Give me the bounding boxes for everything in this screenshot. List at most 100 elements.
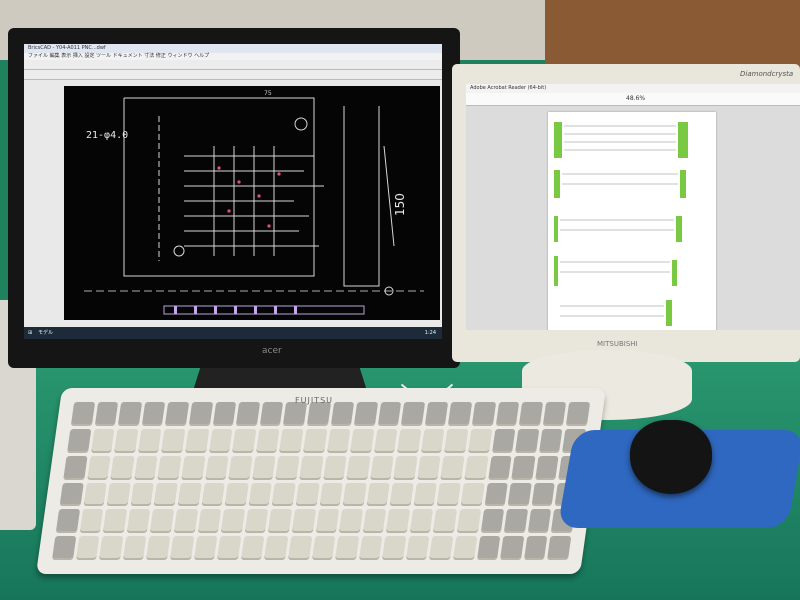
- keyboard-key[interactable]: [377, 402, 402, 426]
- keyboard-key[interactable]: [353, 402, 378, 426]
- keyboard-key[interactable]: [511, 455, 536, 480]
- keyboard-key[interactable]: [94, 402, 119, 426]
- keyboard-key[interactable]: [59, 482, 84, 507]
- keyboard-key[interactable]: [417, 455, 442, 480]
- keyboard-keys[interactable]: [51, 402, 591, 560]
- keyboard-key[interactable]: [350, 428, 375, 453]
- keyboard-key[interactable]: [491, 428, 516, 453]
- keyboard-key[interactable]: [193, 536, 218, 560]
- zoom-level[interactable]: 48.6%: [626, 93, 645, 105]
- keyboard-key[interactable]: [523, 536, 548, 560]
- keyboard-key[interactable]: [527, 509, 552, 534]
- keyboard-key[interactable]: [503, 509, 528, 534]
- keyboard-key[interactable]: [444, 428, 469, 453]
- keyboard-key[interactable]: [141, 402, 166, 426]
- keyboard-key[interactable]: [240, 536, 265, 560]
- keyboard-key[interactable]: [283, 402, 308, 426]
- keyboard-key[interactable]: [70, 402, 95, 426]
- keyboard-key[interactable]: [342, 482, 367, 507]
- keyboard-key[interactable]: [259, 402, 284, 426]
- keyboard[interactable]: [36, 388, 607, 574]
- keyboard-key[interactable]: [452, 536, 477, 560]
- keyboard-key[interactable]: [386, 509, 410, 534]
- keyboard-key[interactable]: [302, 428, 327, 453]
- keyboard-key[interactable]: [173, 509, 198, 534]
- menu-item[interactable]: ファイル: [28, 53, 48, 59]
- keyboard-key[interactable]: [566, 402, 591, 426]
- keyboard-key[interactable]: [531, 482, 556, 507]
- keyboard-key[interactable]: [228, 455, 253, 480]
- keyboard-key[interactable]: [369, 455, 394, 480]
- menu-item[interactable]: ドキュメント: [113, 53, 143, 59]
- keyboard-key[interactable]: [67, 428, 91, 453]
- keyboard-key[interactable]: [188, 402, 213, 426]
- keyboard-key[interactable]: [519, 402, 543, 426]
- menu-item[interactable]: ツール: [96, 53, 111, 59]
- menu-item[interactable]: 挿入: [73, 53, 83, 59]
- keyboard-key[interactable]: [165, 402, 190, 426]
- cad-toolbar-2[interactable]: [24, 70, 442, 80]
- keyboard-key[interactable]: [217, 536, 242, 560]
- keyboard-key[interactable]: [75, 536, 100, 560]
- keyboard-key[interactable]: [338, 509, 363, 534]
- keyboard-key[interactable]: [102, 509, 127, 534]
- keyboard-key[interactable]: [393, 455, 418, 480]
- keyboard-key[interactable]: [117, 402, 142, 426]
- keyboard-key[interactable]: [264, 536, 289, 560]
- keyboard-key[interactable]: [251, 455, 276, 480]
- keyboard-key[interactable]: [538, 428, 563, 453]
- keyboard-key[interactable]: [271, 482, 296, 507]
- keyboard-key[interactable]: [322, 455, 347, 480]
- menu-item[interactable]: ヘルプ: [194, 53, 209, 59]
- cad-toolbar[interactable]: [24, 60, 442, 70]
- keyboard-key[interactable]: [382, 536, 407, 560]
- keyboard-key[interactable]: [79, 509, 104, 534]
- keyboard-key[interactable]: [299, 455, 324, 480]
- keyboard-key[interactable]: [114, 428, 139, 453]
- keyboard-key[interactable]: [83, 482, 108, 507]
- keyboard-key[interactable]: [542, 402, 567, 426]
- keyboard-key[interactable]: [424, 402, 449, 426]
- keyboard-key[interactable]: [413, 482, 438, 507]
- menu-item[interactable]: 寸法: [144, 53, 154, 59]
- keyboard-key[interactable]: [547, 536, 572, 560]
- keyboard-key[interactable]: [169, 536, 194, 560]
- menu-item[interactable]: 修正: [156, 53, 166, 59]
- windows-taskbar[interactable]: ⊞ モデル 1:24: [24, 327, 442, 339]
- keyboard-key[interactable]: [134, 455, 158, 480]
- keyboard-key[interactable]: [157, 455, 182, 480]
- keyboard-key[interactable]: [409, 509, 434, 534]
- keyboard-key[interactable]: [63, 455, 88, 480]
- keyboard-key[interactable]: [161, 428, 186, 453]
- keyboard-key[interactable]: [487, 455, 512, 480]
- cad-tab-label[interactable]: モデル: [38, 327, 53, 339]
- keyboard-key[interactable]: [153, 482, 178, 507]
- keyboard-key[interactable]: [346, 455, 371, 480]
- menu-item[interactable]: 編集: [50, 53, 60, 59]
- keyboard-key[interactable]: [460, 482, 485, 507]
- keyboard-key[interactable]: [208, 428, 233, 453]
- keyboard-key[interactable]: [55, 509, 80, 534]
- keyboard-key[interactable]: [311, 536, 336, 560]
- keyboard-key[interactable]: [335, 536, 359, 560]
- menu-item[interactable]: 設定: [84, 53, 94, 59]
- keyboard-key[interactable]: [291, 509, 316, 534]
- keyboard-key[interactable]: [468, 428, 493, 453]
- keyboard-key[interactable]: [185, 428, 209, 453]
- keyboard-key[interactable]: [244, 509, 269, 534]
- keyboard-key[interactable]: [106, 482, 131, 507]
- keyboard-key[interactable]: [500, 536, 525, 560]
- keyboard-key[interactable]: [319, 482, 343, 507]
- keyboard-key[interactable]: [405, 536, 430, 560]
- keyboard-key[interactable]: [268, 509, 292, 534]
- keyboard-key[interactable]: [515, 428, 540, 453]
- keyboard-key[interactable]: [201, 482, 225, 507]
- keyboard-key[interactable]: [126, 509, 151, 534]
- keyboard-key[interactable]: [330, 402, 355, 426]
- pdf-page[interactable]: [548, 112, 716, 330]
- keyboard-key[interactable]: [235, 402, 260, 426]
- keyboard-key[interactable]: [401, 402, 426, 426]
- menu-item[interactable]: ウィンドウ: [167, 53, 192, 59]
- keyboard-key[interactable]: [373, 428, 398, 453]
- keyboard-key[interactable]: [197, 509, 222, 534]
